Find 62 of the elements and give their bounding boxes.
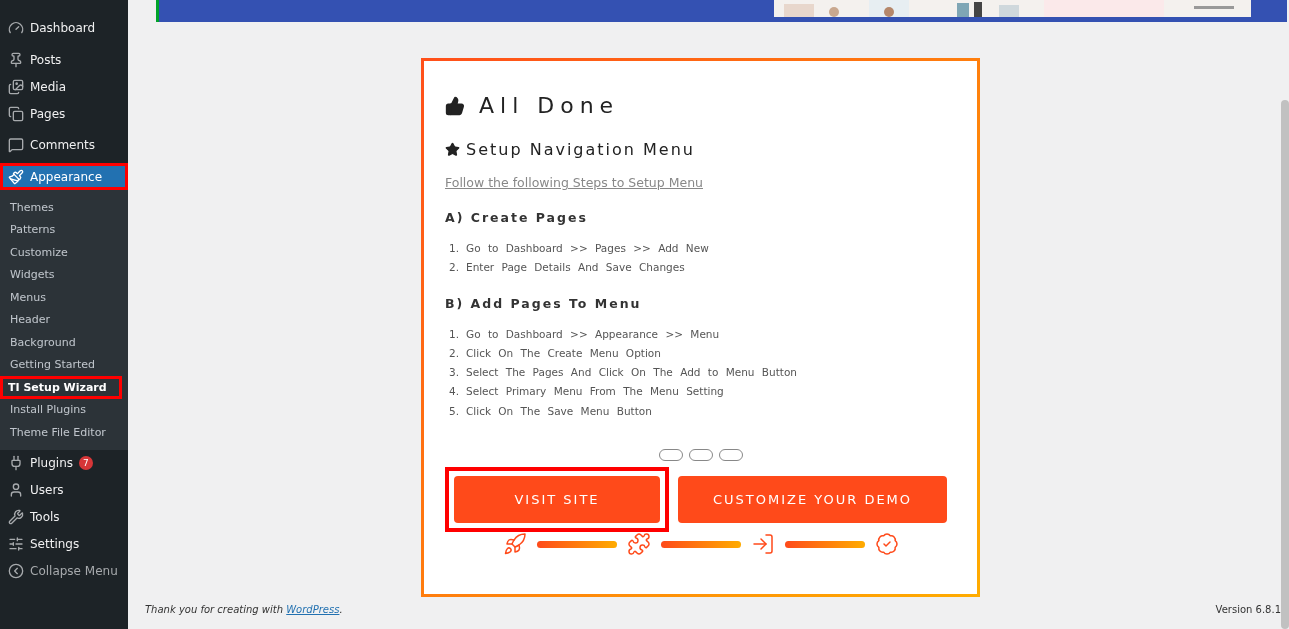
plug-icon [8,455,24,471]
step-number: 4. [449,384,459,400]
step-text: Click On The Create Menu Option [466,345,661,361]
submenu-item[interactable]: Menus [0,286,128,309]
step-number: 2. [449,260,459,276]
step-number: 1. [449,326,459,342]
star-icon [445,142,460,157]
submenu-item[interactable]: Background [0,331,128,354]
settings-icon [8,536,24,552]
puzzle-icon [626,532,651,557]
collapse-menu-button[interactable]: Collapse Menu [0,557,128,585]
footer-text: Thank you for creating with WordPress. [145,604,343,615]
step-text: Enter Page Details And Save Changes [466,260,685,276]
step-text: Select The Pages And Click On The Add to Menu Button [466,365,798,381]
sidebar-item[interactable]: Users [0,476,128,504]
wrench-icon [8,509,24,525]
version-text: Version 6.8.1 [1215,604,1281,615]
section-heading: B) Add Pages To Menu [445,295,643,311]
pages-icon [8,105,24,122]
sidebar-item[interactable]: Tools [0,503,128,531]
badge-check-icon [874,532,899,557]
sidebar-item[interactable]: Appearance [0,163,128,190]
steps-link[interactable]: Follow the following Steps to Setup Menu [445,175,703,190]
submenu-item[interactable]: Customize [0,241,128,264]
step-number: 1. [449,241,459,256]
step-text: Click On The Save Menu Button [466,403,652,419]
sidebar-item[interactable]: Settings [0,530,128,558]
count-badge: 7 [79,456,93,470]
submenu-item[interactable]: Theme File Editor [0,421,128,444]
collapse-icon [8,563,24,579]
scrollbar-thumb[interactable] [1281,100,1289,629]
card-subtitle: Setup Navigation Menu [466,140,695,159]
submenu-item[interactable]: Patterns [0,218,128,241]
submenu-item[interactable]: Header [0,308,128,331]
sidebar-item[interactable]: Comments [0,127,128,163]
card-title: All Done [479,93,620,118]
step-number: 2. [449,345,459,361]
thumbs-up-icon [445,95,465,116]
step-number: 3. [449,365,459,381]
step-text: Select Primary Menu From The Menu Setting [466,384,724,400]
login-icon [750,532,775,557]
submenu-item[interactable]: Widgets [0,263,128,286]
section-heading: A) Create Pages [445,210,589,225]
submenu-item[interactable]: Themes [0,196,128,219]
step-text: Go to Dashboard >> Appearance >> Menu [466,326,720,342]
user-icon [8,482,24,498]
step-number: 5. [449,403,459,419]
sidebar-item[interactable]: Plugins 7 [0,449,128,477]
sidebar-item[interactable]: Dashboard [0,10,128,46]
sidebar-item[interactable]: Pages [0,100,128,127]
submenu-item[interactable]: TI Setup Wizard [0,376,122,399]
media-icon [8,78,24,95]
sidebar-item[interactable]: Posts [0,46,128,73]
pin-icon [8,51,24,68]
submenu-item[interactable]: Install Plugins [0,398,128,421]
speech-bubble-icon [8,137,24,153]
dashboard-icon [8,20,24,36]
sidebar-item[interactable]: Media [0,73,128,100]
submenu-item[interactable]: Getting Started [0,353,128,376]
step-text: Go to Dashboard >> Pages >> Add New [466,241,709,256]
paintbrush-icon [8,168,24,185]
rocket-icon [502,532,527,557]
